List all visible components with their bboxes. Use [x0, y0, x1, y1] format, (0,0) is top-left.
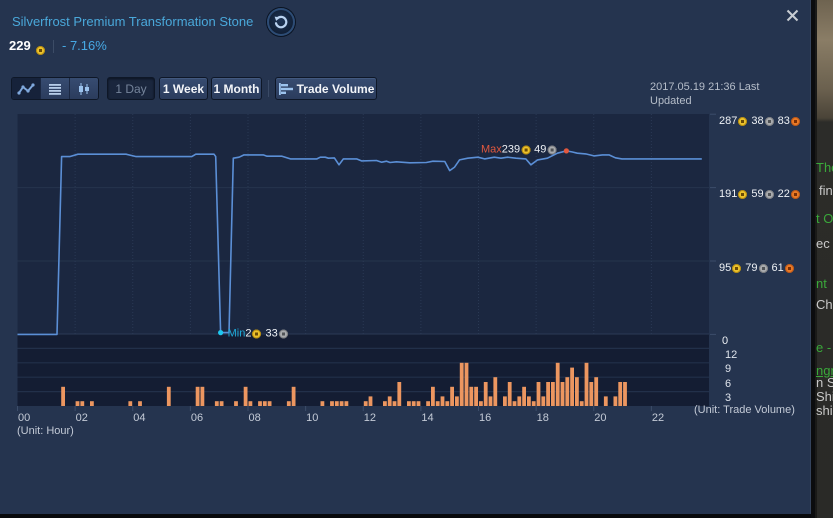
x-axis-label: 16 — [479, 412, 492, 424]
background-text-fragment: Shi — [816, 389, 833, 404]
price-axis-gold-value: 95 — [719, 261, 732, 274]
copper-coin-icon — [784, 263, 794, 273]
background-text-fragment: The — [816, 160, 833, 175]
x-axis-label: 18 — [536, 412, 549, 424]
price-axis-label: 95 79 61 — [719, 262, 794, 275]
max-gold-value: 239 — [501, 143, 521, 156]
price-axis-copper-value: 83 — [777, 114, 790, 127]
silver-coin-icon — [758, 263, 768, 273]
x-axis-label: 12 — [363, 412, 376, 424]
gold-coin-icon — [252, 329, 262, 339]
x-axis-label: 02 — [75, 412, 88, 424]
background-text-fragment: Che — [816, 297, 833, 312]
volume-axis-label: 12 — [725, 348, 738, 361]
x-axis-label: 14 — [421, 412, 434, 424]
min-gold-value: 2 — [245, 327, 252, 340]
market-price-dialog: Silverfrost Premium Transformation Stone… — [0, 0, 811, 514]
max-price-label: Max 239 49 — [480, 143, 557, 156]
price-axis-silver-value: 38 — [751, 114, 764, 127]
background-text-fragment: ec — [816, 236, 830, 251]
background-text-fragment: n S — [816, 375, 833, 390]
price-axis-gold-value: 0 — [722, 334, 729, 347]
x-axis-label: 20 — [594, 412, 607, 424]
volume-axis-label: 9 — [725, 363, 732, 376]
x-axis-label: 00 — [18, 412, 31, 424]
gold-coin-icon — [738, 190, 748, 200]
price-axis-label: 287 38 83 — [719, 115, 800, 128]
background-game-panel: The fin t O ec nt Che e - ngr n S Shi sh… — [811, 0, 833, 518]
silver-coin-icon — [764, 116, 774, 126]
price-axis-silver-value: 79 — [745, 261, 758, 274]
copper-coin-icon — [790, 116, 800, 126]
price-axis-gold-value: 287 — [719, 114, 738, 127]
silver-coin-icon — [547, 145, 557, 155]
min-label-text: Min — [227, 327, 246, 340]
background-text-fragment: fin — [819, 183, 833, 198]
x-axis-unit-label: (Unit: Hour) — [17, 425, 74, 437]
max-silver-value: 49 — [534, 143, 547, 156]
gold-coin-icon — [732, 263, 742, 273]
price-axis-label: 191 59 22 — [719, 188, 800, 201]
silver-coin-icon — [278, 329, 288, 339]
x-axis-label: 10 — [306, 412, 319, 424]
background-text-fragment: nt — [816, 276, 827, 291]
gold-coin-icon — [521, 145, 531, 155]
price-axis-label: 0 — [722, 335, 728, 348]
silver-coin-icon — [764, 190, 774, 200]
price-axis-copper-value: 61 — [771, 261, 784, 274]
background-text-fragment: e - — [816, 340, 832, 355]
volume-unit-label: (Unit: Trade Volume) — [694, 404, 795, 416]
x-axis-label: 06 — [190, 412, 204, 424]
min-price-label: Min 2 33 — [228, 328, 288, 341]
volume-axis-label: 6 — [725, 377, 732, 390]
copper-coin-icon — [790, 190, 800, 200]
price-axis-copper-value: 22 — [777, 188, 790, 201]
max-label-text: Max — [480, 143, 502, 156]
chart-labels: 287 38 83 191 59 22 95 79 61 0 12 9 6 3 00 02 04 06 08 10 12… — [0, 0, 811, 450]
x-axis-label: 22 — [651, 412, 665, 424]
background-text-fragment: t O — [816, 211, 833, 226]
x-axis-label: 08 — [248, 412, 261, 424]
x-axis-label: 04 — [133, 412, 146, 424]
min-silver-value: 33 — [265, 327, 278, 340]
price-axis-gold-value: 191 — [719, 188, 738, 201]
price-axis-silver-value: 59 — [751, 188, 764, 201]
background-text-fragment: shi — [816, 403, 833, 418]
gold-coin-icon — [738, 116, 748, 126]
